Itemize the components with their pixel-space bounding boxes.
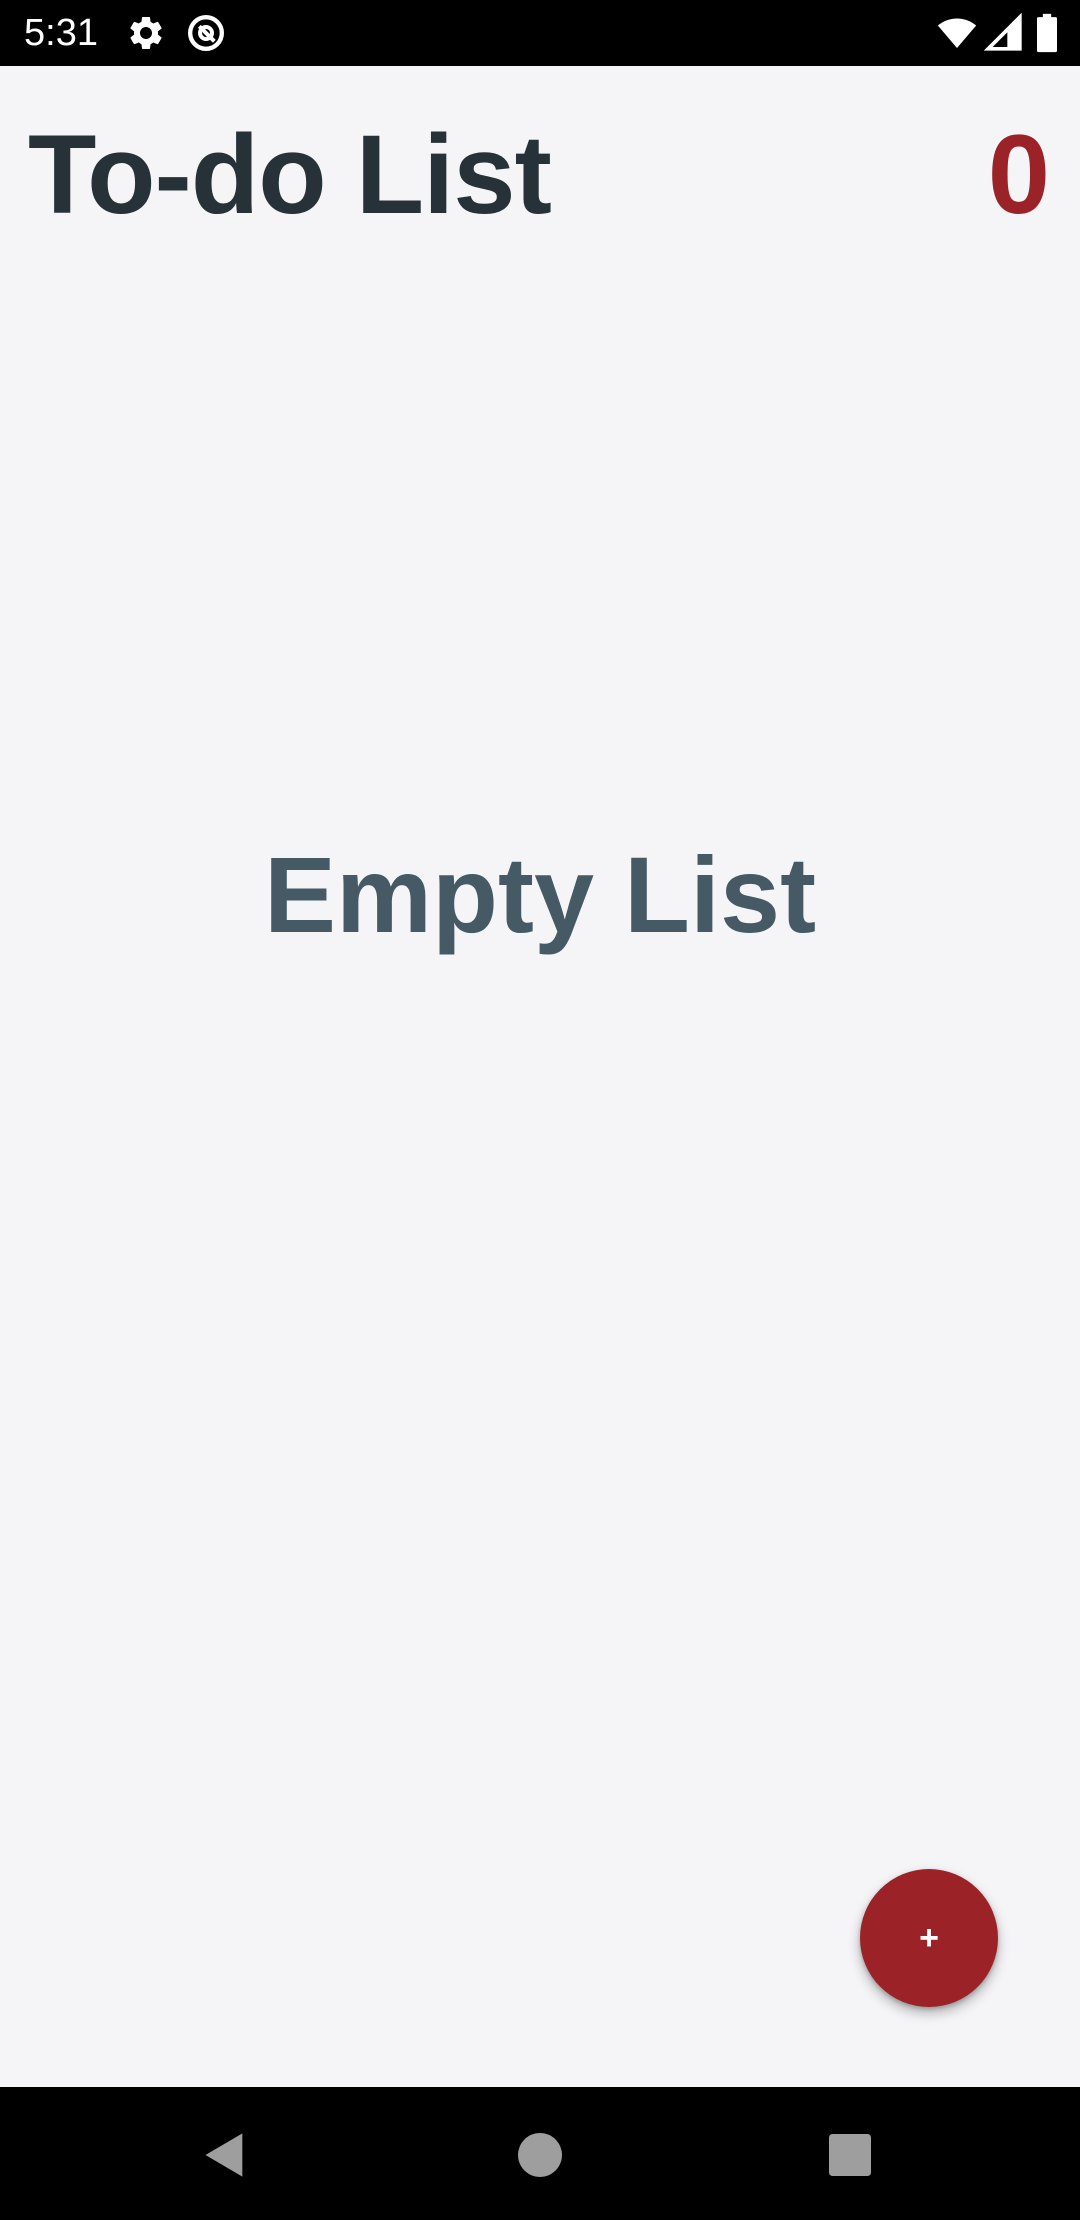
add-task-button[interactable]: + bbox=[860, 1869, 998, 2007]
device-screen: 5:31 To-do List 0 Empty List + bbox=[0, 0, 1080, 2220]
page-title: To-do List bbox=[28, 112, 552, 237]
recents-icon[interactable] bbox=[810, 2115, 890, 2195]
app-content: To-do List 0 Empty List + bbox=[0, 66, 1080, 2087]
status-bar: 5:31 bbox=[0, 0, 1080, 66]
wifi-icon bbox=[934, 13, 980, 53]
back-icon[interactable] bbox=[185, 2115, 265, 2195]
home-icon[interactable] bbox=[500, 2115, 580, 2195]
status-time: 5:31 bbox=[24, 12, 98, 54]
navigation-bar bbox=[0, 2087, 1080, 2220]
task-count-badge: 0 bbox=[987, 112, 1050, 237]
signal-icon bbox=[984, 13, 1024, 53]
battery-icon bbox=[1034, 13, 1060, 53]
gear-icon bbox=[126, 13, 166, 53]
at-sign-icon bbox=[186, 13, 226, 53]
plus-icon: + bbox=[919, 1919, 939, 1957]
empty-list-message: Empty List bbox=[263, 834, 817, 955]
